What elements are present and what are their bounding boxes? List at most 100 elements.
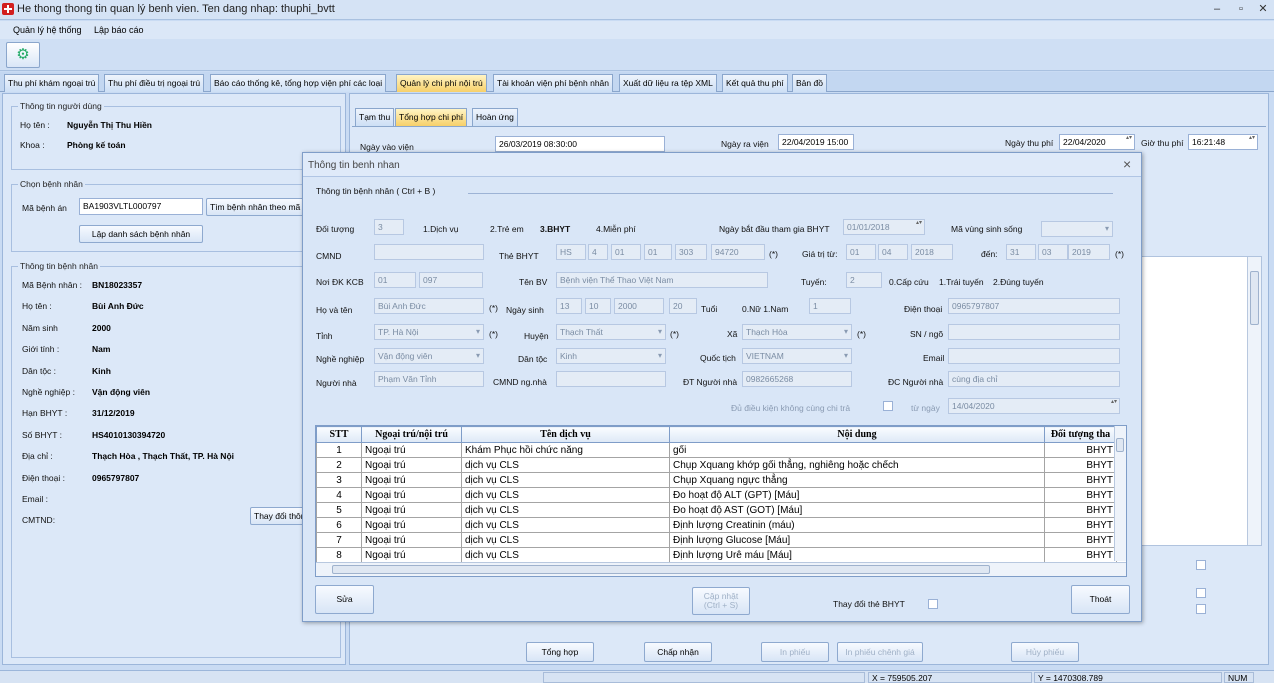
update-button[interactable]: Cập nhật (Ctrl + S) bbox=[692, 587, 750, 615]
ethnic-select[interactable]: Kinh bbox=[556, 348, 666, 364]
table-cell: Ngoại trú bbox=[361, 517, 462, 533]
dob-year[interactable]: 2000 bbox=[614, 298, 664, 314]
hospital-input[interactable]: Bệnh viện Thể Thao Việt Nam bbox=[556, 272, 768, 288]
age-input[interactable]: 20 bbox=[669, 298, 697, 314]
grid-column-header[interactable]: Ngoại trú/nội trú bbox=[361, 426, 462, 443]
table-row[interactable]: 8 Ngoại trú dịch vụ CLS Định lượng Urê máu … bbox=[316, 547, 1117, 563]
close-window-button[interactable]: ✕ bbox=[1252, 2, 1274, 16]
table-cell: dịch vụ CLS bbox=[461, 547, 670, 563]
grid-column-header[interactable]: Nội dung bbox=[669, 426, 1045, 443]
cmnd-input[interactable] bbox=[374, 244, 484, 260]
dob-day[interactable]: 13 bbox=[556, 298, 582, 314]
nation-select[interactable]: VIETNAM bbox=[742, 348, 852, 364]
relative-id-input[interactable] bbox=[556, 371, 666, 387]
tab-inpatient-cost[interactable]: Quản lý chi phí nội trú bbox=[396, 74, 487, 92]
table-row[interactable]: 6 Ngoại trú dịch vụ CLS Định lượng Creatini… bbox=[316, 517, 1117, 533]
commune-select[interactable]: Thạch Hòa bbox=[742, 324, 852, 340]
pay-date-input[interactable]: 22/04/2020 bbox=[1059, 134, 1135, 150]
update-button-shortcut: (Ctrl + S) bbox=[703, 600, 739, 610]
valid-from-year[interactable]: 2018 bbox=[911, 244, 953, 260]
maximize-button[interactable]: ▫ bbox=[1230, 2, 1252, 16]
valid-to-year[interactable]: 2019 bbox=[1068, 244, 1110, 260]
grid-hscroll[interactable] bbox=[316, 562, 1126, 576]
dob-month[interactable]: 10 bbox=[585, 298, 611, 314]
kcb-part-2[interactable]: 097 bbox=[419, 272, 483, 288]
doi-tuong-input[interactable]: 3 bbox=[374, 219, 404, 235]
phone-input[interactable]: 0965797807 bbox=[948, 298, 1120, 314]
valid-from-month[interactable]: 04 bbox=[878, 244, 908, 260]
tab-xml-export[interactable]: Xuất dữ liệu ra tệp XML bbox=[619, 74, 717, 92]
table-row[interactable]: 5 Ngoại trú dịch vụ CLS Đo hoạt độ AST (GOT… bbox=[316, 502, 1117, 518]
exit-button[interactable]: Thoát bbox=[1071, 585, 1130, 614]
job-select[interactable]: Vận động viên bbox=[374, 348, 484, 364]
accept-button[interactable]: Chấp nhận bbox=[644, 642, 712, 662]
tab-results[interactable]: Kết quả thu phí bbox=[722, 74, 788, 92]
table-row[interactable]: 4 Ngoại trú dịch vụ CLS Đo hoạt độ ALT (GPT… bbox=[316, 487, 1117, 503]
grid-column-header[interactable]: Tên dịch vụ bbox=[461, 426, 670, 443]
print-receipt-button[interactable]: In phiếu bbox=[761, 642, 829, 662]
kcb-part-1[interactable]: 01 bbox=[374, 272, 416, 288]
pay-date-label: Ngày thu phí bbox=[1005, 138, 1054, 148]
tab-reports[interactable]: Báo cáo thống kê, tổng hợp viện phí các … bbox=[210, 74, 387, 92]
tab-outpatient-treatment[interactable]: Thu phí điều trị ngoại trú bbox=[104, 74, 205, 92]
edit-button[interactable]: Sửa bbox=[315, 585, 374, 614]
subtab-deposit[interactable]: Tạm thu bbox=[355, 108, 395, 126]
summary-check-1[interactable] bbox=[1196, 560, 1206, 570]
gender-input[interactable]: 1 bbox=[809, 298, 851, 314]
valid-to-month[interactable]: 03 bbox=[1038, 244, 1068, 260]
valid-from-day[interactable]: 01 bbox=[846, 244, 876, 260]
summary-check-2[interactable] bbox=[1196, 588, 1206, 598]
menu-reports[interactable]: Lập báo cáo bbox=[94, 25, 144, 35]
relative-phone-input[interactable]: 0982665268 bbox=[742, 371, 852, 387]
tab-map[interactable]: Bản đồ bbox=[792, 74, 827, 92]
tab-outpatient-exam[interactable]: Thu phí khám ngoại trú bbox=[4, 74, 100, 92]
table-cell: Ngoại trú bbox=[361, 457, 462, 473]
grid-vscroll[interactable] bbox=[1114, 426, 1126, 561]
bhyt-part-6[interactable]: 94720 bbox=[711, 244, 765, 260]
province-select[interactable]: TP. Hà Nội bbox=[374, 324, 484, 340]
subtab-summary[interactable]: Tổng hợp chi phí bbox=[395, 108, 468, 126]
tier-input[interactable]: 2 bbox=[846, 272, 882, 288]
cancel-receipt-button[interactable]: Hủy phiếu bbox=[1011, 642, 1079, 662]
dialog-close-icon[interactable]: × bbox=[1123, 156, 1131, 172]
region-select[interactable] bbox=[1041, 221, 1113, 237]
summary-check-3[interactable] bbox=[1196, 604, 1206, 614]
grid-column-header[interactable]: Đối tượng tha bbox=[1044, 426, 1117, 443]
no-copay-checkbox[interactable] bbox=[883, 401, 893, 411]
bhyt-part-5[interactable]: 303 bbox=[675, 244, 707, 260]
district-select[interactable]: Thạch Thất bbox=[556, 324, 666, 340]
subtab-refund[interactable]: Hoàn ứng bbox=[472, 108, 518, 126]
table-row[interactable]: 2 Ngoại trú dịch vụ CLS Chụp Xquang khớp gố… bbox=[316, 457, 1117, 473]
from-date-input[interactable]: 14/04/2020 bbox=[948, 398, 1120, 414]
email-input[interactable] bbox=[948, 348, 1120, 364]
table-row[interactable]: 7 Ngoại trú dịch vụ CLS Định lượng Glucose … bbox=[316, 532, 1117, 548]
minimize-button[interactable]: – bbox=[1206, 2, 1228, 16]
patient-field-label: Số BHYT : bbox=[22, 429, 62, 440]
list-patients-button[interactable]: Lập danh sách bệnh nhân bbox=[79, 225, 203, 243]
pay-time-input[interactable]: 16:21:48 bbox=[1188, 134, 1258, 150]
gender-label: 0.Nữ 1.Nam bbox=[742, 304, 789, 314]
user-name: Nguyễn Thị Thu Hiền bbox=[67, 120, 152, 130]
tab-accounts[interactable]: Tài khoản viện phí bệnh nhân bbox=[493, 74, 614, 92]
bhyt-part-4[interactable]: 01 bbox=[644, 244, 672, 260]
bhyt-start-input[interactable]: 01/01/2018 bbox=[843, 219, 925, 235]
grid-column-header[interactable]: STT bbox=[316, 426, 362, 443]
fullname-input[interactable]: Bùi Anh Đức bbox=[374, 298, 484, 314]
bhyt-part-1[interactable]: HS bbox=[556, 244, 586, 260]
tool-icon[interactable]: ⚙ bbox=[6, 42, 40, 68]
table-row[interactable]: 1 Ngoại trú Khám Phục hồi chức năng gối BHYT bbox=[316, 442, 1117, 458]
house-input[interactable] bbox=[948, 324, 1120, 340]
print-diff-receipt-button[interactable]: In phiếu chênh giá bbox=[837, 642, 923, 662]
summary-vscroll[interactable] bbox=[1247, 257, 1261, 545]
bhyt-part-3[interactable]: 01 bbox=[611, 244, 641, 260]
valid-to-day[interactable]: 31 bbox=[1006, 244, 1036, 260]
menu-system[interactable]: Quản lý hệ thống bbox=[13, 25, 82, 35]
bhyt-part-2[interactable]: 4 bbox=[588, 244, 608, 260]
table-row[interactable]: 3 Ngoại trú dịch vụ CLS Chụp Xquang ngực th… bbox=[316, 472, 1117, 488]
from-date-label: từ ngày bbox=[911, 403, 940, 413]
relative-input[interactable]: Phạm Văn Tỉnh bbox=[374, 371, 484, 387]
record-input[interactable]: BA1903VLTL000797 bbox=[79, 198, 203, 215]
change-bhyt-checkbox[interactable] bbox=[928, 599, 938, 609]
relative-addr-input[interactable]: cùng địa chỉ bbox=[948, 371, 1120, 387]
summarize-button[interactable]: Tổng hợp bbox=[526, 642, 594, 662]
